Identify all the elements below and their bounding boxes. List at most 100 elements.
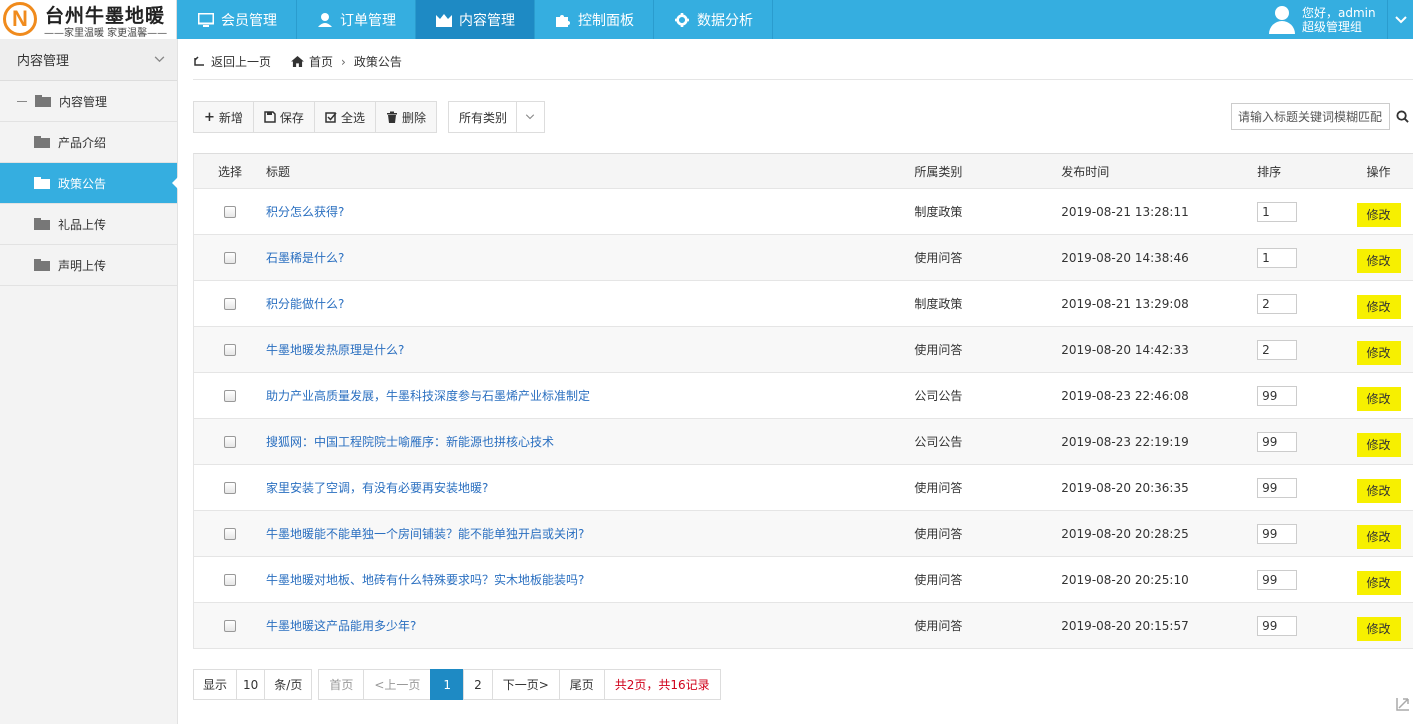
prev-page-button[interactable]: <上一页: [363, 669, 432, 700]
row-time: 2019-08-21 13:28:11: [1061, 204, 1189, 219]
row-select-cell: [194, 619, 266, 632]
user-menu[interactable]: 您好，admin 超级管理组: [1268, 0, 1376, 39]
chevron-down-icon[interactable]: [1387, 0, 1413, 39]
row-checkbox[interactable]: [223, 343, 236, 356]
row-checkbox[interactable]: [223, 251, 236, 264]
category-select[interactable]: 所有类别: [447, 101, 545, 133]
add-button[interactable]: + 新增: [193, 101, 254, 133]
home-link[interactable]: 首页: [291, 53, 333, 70]
nav-content-management[interactable]: 内容管理: [416, 0, 535, 39]
select-all-button[interactable]: 全选: [313, 101, 376, 133]
sidebar-item-content-management[interactable]: 内容管理: [0, 81, 177, 122]
sidebar-item-label: 产品介绍: [58, 135, 107, 150]
nav-control-panel[interactable]: 控制面板: [535, 0, 654, 39]
row-checkbox[interactable]: [223, 481, 236, 494]
row-action-cell: 修改: [1344, 381, 1413, 411]
table-row: 家里安装了空调，有没有必要再安装地暖? 使用问答 2019-08-20 20:36:…: [194, 465, 1413, 511]
row-checkbox[interactable]: [223, 573, 236, 586]
edit-button[interactable]: 修改: [1356, 616, 1401, 641]
row-category: 使用问答: [914, 573, 963, 587]
row-time: 2019-08-23 22:19:19: [1061, 434, 1189, 449]
row-title-link[interactable]: 助力产业高质量发展，牛墨科技深度参与石墨烯产业标准制定: [266, 389, 590, 403]
edit-button[interactable]: 修改: [1356, 340, 1401, 365]
sidebar-item-label: 政策公告: [58, 176, 107, 191]
row-sort-input[interactable]: [1257, 569, 1298, 590]
sidebar-item-product-intro[interactable]: 产品介绍: [0, 122, 177, 163]
nav-member-management[interactable]: 会员管理: [178, 0, 297, 39]
row-checkbox[interactable]: [223, 619, 236, 632]
row-sort-input[interactable]: [1257, 523, 1298, 544]
nav-data-analysis[interactable]: 数据分析: [654, 0, 773, 39]
logo-mark: N: [3, 2, 37, 36]
search-input[interactable]: [1231, 103, 1390, 130]
add-label: 新增: [218, 110, 243, 125]
row-title-link[interactable]: 牛墨地暖这产品能用多少年?: [266, 619, 416, 633]
row-sort-input[interactable]: [1257, 615, 1298, 636]
edit-button[interactable]: 修改: [1356, 248, 1401, 273]
edit-button[interactable]: 修改: [1356, 202, 1401, 227]
row-title-link[interactable]: 牛墨地暖能不能单独一个房间铺装？能不能单独开启或关闭?: [266, 527, 584, 541]
edit-button[interactable]: 修改: [1356, 386, 1401, 411]
back-label: 返回上一页: [211, 55, 272, 69]
edit-button[interactable]: 修改: [1356, 524, 1401, 549]
row-sort-input[interactable]: [1257, 477, 1298, 498]
row-action-cell: 修改: [1344, 519, 1413, 549]
row-title-link[interactable]: 牛墨地暖发热原理是什么?: [266, 343, 404, 357]
row-title-cell: 助力产业高质量发展，牛墨科技深度参与石墨烯产业标准制定: [266, 387, 914, 404]
row-checkbox[interactable]: [223, 205, 236, 218]
row-category: 公司公告: [914, 389, 963, 403]
row-time: 2019-08-21 13:29:08: [1061, 296, 1189, 311]
next-page-button[interactable]: 下一页>: [491, 669, 560, 700]
sidebar-item-policy-notice[interactable]: 政策公告: [0, 163, 178, 204]
row-sort-input[interactable]: [1257, 339, 1298, 360]
nav-order-management[interactable]: 订单管理: [297, 0, 416, 39]
row-title-link[interactable]: 积分能做什么?: [266, 297, 344, 311]
content-icon: [436, 13, 452, 27]
page-size-value[interactable]: 10: [236, 669, 266, 700]
row-sort-input[interactable]: [1257, 293, 1298, 314]
row-action-cell: 修改: [1344, 611, 1413, 641]
row-sort-input[interactable]: [1257, 247, 1298, 268]
page-button-1[interactable]: 1: [430, 669, 465, 700]
row-select-cell: [194, 527, 266, 540]
row-checkbox[interactable]: [223, 297, 236, 310]
row-title-link[interactable]: 牛墨地暖对地板、地砖有什么特殊要求吗？实木地板能装吗?: [266, 573, 584, 587]
back-link[interactable]: 返回上一页: [193, 53, 271, 70]
last-page-button[interactable]: 尾页: [558, 669, 605, 700]
row-checkbox[interactable]: [223, 435, 236, 448]
row-checkbox[interactable]: [223, 389, 236, 402]
row-title-link[interactable]: 积分怎么获得?: [266, 205, 344, 219]
gear-icon: [675, 12, 689, 27]
row-checkbox[interactable]: [223, 527, 236, 540]
brand-logo[interactable]: N 台州牛墨地暖 ——家里温暖 家更温馨——: [0, 0, 177, 39]
save-button[interactable]: 保存: [252, 101, 315, 133]
row-title-link[interactable]: 石墨稀是什么?: [266, 251, 344, 265]
edit-button[interactable]: 修改: [1356, 570, 1401, 595]
row-sort-input[interactable]: [1257, 431, 1298, 452]
table-row: 积分能做什么? 制度政策 2019-08-21 13:29:08 修改: [194, 281, 1413, 327]
search-icon[interactable]: [1392, 103, 1413, 130]
page-button-2[interactable]: 2: [463, 669, 493, 700]
row-sort-input[interactable]: [1257, 201, 1298, 222]
row-category: 使用问答: [914, 619, 963, 633]
sidebar-header[interactable]: 内容管理: [0, 39, 177, 81]
table-row: 牛墨地暖这产品能用多少年? 使用问答 2019-08-20 20:15:57 修改: [194, 603, 1413, 649]
page-size-selector[interactable]: 显示 10 条/页: [193, 669, 313, 700]
sidebar-item-statement-upload[interactable]: 声明上传: [0, 245, 177, 286]
row-sort-input[interactable]: [1257, 385, 1298, 406]
row-time: 2019-08-20 14:38:46: [1061, 250, 1189, 265]
row-title-link[interactable]: 家里安装了空调，有没有必要再安装地暖?: [266, 481, 488, 495]
nav-label: 订单管理: [340, 12, 396, 29]
edit-button[interactable]: 修改: [1356, 294, 1401, 319]
row-title-link[interactable]: 搜狐网：中国工程院院士喻雁序：新能源也拼核心技术: [266, 435, 554, 449]
user-role: 超级管理组: [1302, 19, 1363, 34]
home-icon: [291, 56, 304, 67]
edit-button[interactable]: 修改: [1356, 432, 1401, 457]
delete-button[interactable]: 删除: [374, 101, 437, 133]
table-row: 牛墨地暖能不能单独一个房间铺装？能不能单独开启或关闭? 使用问答 2019-08-2…: [194, 511, 1413, 557]
edit-button[interactable]: 修改: [1356, 478, 1401, 503]
pagination: 显示 10 条/页 首页 <上一页 1 2 下一页> 尾页 共2页，共16记录: [193, 669, 721, 700]
sidebar-item-gift-upload[interactable]: 礼品上传: [0, 204, 177, 245]
first-page-button[interactable]: 首页: [318, 669, 365, 700]
resize-icon[interactable]: [1395, 696, 1411, 712]
